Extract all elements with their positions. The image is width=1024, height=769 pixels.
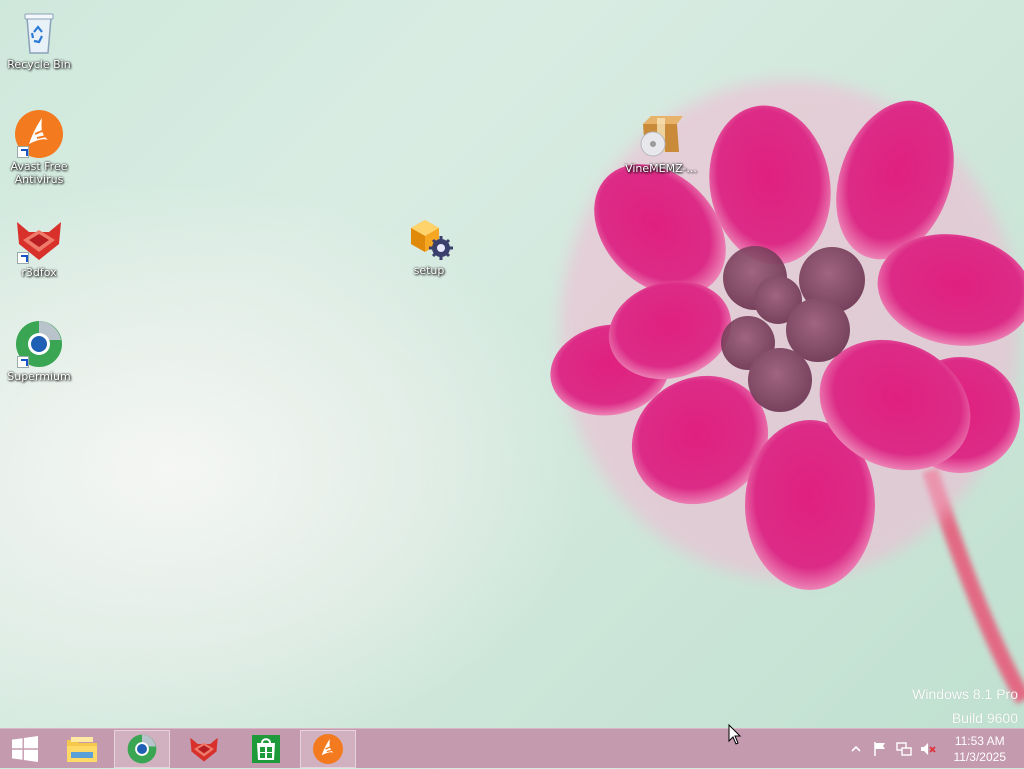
desktop-icon-vinememz[interactable]: VineMEMZ-... <box>622 112 700 175</box>
desktop-icon-setup[interactable]: setup <box>390 214 468 277</box>
windows-logo-icon <box>12 736 38 762</box>
supermium-icon <box>15 320 63 368</box>
desktop-icon-label: Supermium <box>7 370 71 383</box>
mouse-cursor-icon <box>728 724 742 745</box>
taskbar-file-explorer[interactable] <box>54 730 110 768</box>
taskbar-avast[interactable] <box>300 730 356 768</box>
desktop-icon-label: Avast Free Antivirus <box>10 160 68 186</box>
shortcut-arrow-icon <box>17 146 29 158</box>
desktop-icon-r3dfox[interactable]: r3dfox <box>0 216 78 279</box>
shortcut-arrow-icon <box>17 356 29 368</box>
clock-time: 11:53 AM <box>954 734 1005 748</box>
installer-package-icon <box>637 112 685 160</box>
r3dfox-icon <box>190 737 218 762</box>
taskbar-store[interactable] <box>238 730 294 768</box>
store-icon <box>252 735 280 763</box>
desktop-icon-label: Recycle Bin <box>7 58 71 71</box>
avast-icon <box>313 734 343 764</box>
avast-icon <box>15 110 63 158</box>
watermark-build: Build 9600 <box>951 710 1018 726</box>
taskbar-supermium[interactable] <box>114 730 170 768</box>
windows-version-watermark: Windows 8.1 Pro Build 9600 <box>912 686 1018 726</box>
desktop-icon-avast[interactable]: Avast Free Antivirus <box>0 110 78 186</box>
taskbar-clock[interactable]: 11:53 AM 11/3/2025 <box>954 733 1007 765</box>
show-hidden-icons-icon[interactable] <box>846 739 866 759</box>
system-tray <box>846 729 938 769</box>
wallpaper-flower <box>550 80 1024 704</box>
volume-muted-icon[interactable] <box>918 739 938 759</box>
desktop-icon-label: VineMEMZ-... <box>625 162 697 175</box>
recycle-bin-icon <box>15 8 63 56</box>
start-button[interactable] <box>0 730 50 768</box>
shortcut-arrow-icon <box>17 252 29 264</box>
action-center-flag-icon[interactable] <box>870 739 890 759</box>
watermark-edition: Windows 8.1 Pro <box>912 686 1018 702</box>
taskbar: 11:53 AM 11/3/2025 <box>0 728 1024 768</box>
desktop-icon-label: setup <box>413 264 445 277</box>
setup-icon <box>405 214 453 262</box>
desktop-icon-recycle-bin[interactable]: Recycle Bin <box>0 8 78 71</box>
supermium-icon <box>127 734 157 764</box>
desktop[interactable]: Recycle Bin Avast Free Antivirus r3dfox <box>0 0 1024 728</box>
clock-date: 11/3/2025 <box>953 750 1007 764</box>
taskbar-r3dfox[interactable] <box>176 730 232 768</box>
desktop-icon-label: r3dfox <box>21 266 57 279</box>
file-explorer-icon <box>67 737 97 762</box>
r3dfox-icon <box>15 216 63 264</box>
desktop-icon-supermium[interactable]: Supermium <box>0 320 78 383</box>
network-icon[interactable] <box>894 739 914 759</box>
